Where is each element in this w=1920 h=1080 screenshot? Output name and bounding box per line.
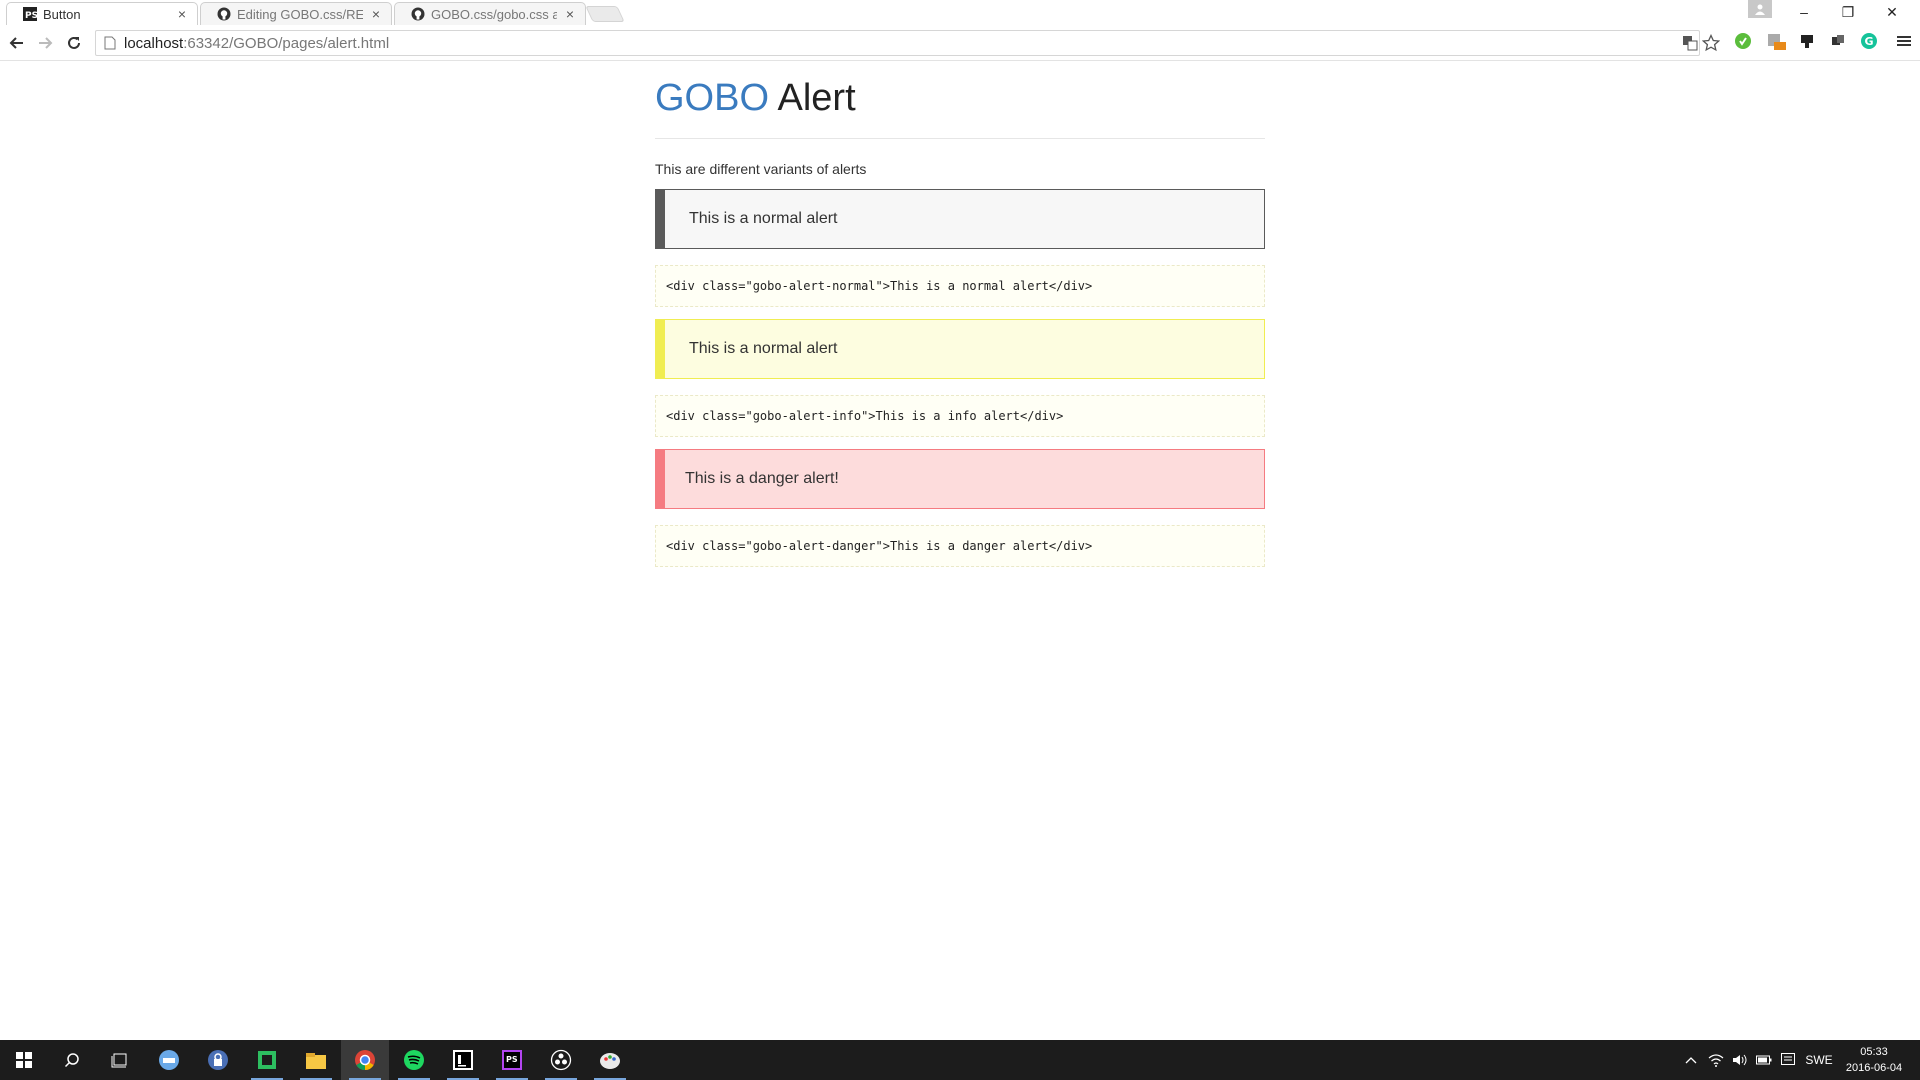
svg-text:PS: PS [506, 1055, 518, 1064]
task-view-icon[interactable] [96, 1040, 144, 1080]
tab-title: Editing GOBO.css/READM [237, 6, 363, 22]
forward-arrow-icon [39, 37, 53, 49]
back-button[interactable] [5, 31, 29, 55]
volume-icon[interactable] [1729, 1040, 1751, 1080]
grammarly-icon[interactable]: G [1858, 30, 1880, 52]
spotify-icon[interactable] [390, 1040, 438, 1080]
new-tab-button[interactable] [585, 6, 625, 22]
github-icon [411, 7, 425, 21]
browser-toolbar: localhost:63342/GOBO/pages/alert.html G [0, 25, 1920, 61]
evernote-ext-icon[interactable] [1732, 30, 1754, 52]
page-title-brand: GOBO [655, 77, 770, 119]
bookmark-ext-icon[interactable] [1796, 30, 1818, 52]
obs-icon[interactable] [537, 1040, 585, 1080]
phpstorm-icon[interactable]: PS [488, 1040, 536, 1080]
url-path: :63342/GOBO/pages/alert.html [183, 34, 390, 52]
page-content: GOBO Alert This are different variants o… [655, 61, 1265, 567]
clock-date: 2016-06-04 [1845, 1062, 1903, 1074]
code-snippet-danger: <div class="gobo-alert-danger">This is a… [655, 525, 1265, 567]
alert-info: This is a normal alert [655, 319, 1265, 379]
close-window-button[interactable]: ✕ [1870, 0, 1914, 24]
language-indicator[interactable]: SWE [1802, 1040, 1836, 1080]
translate-icon[interactable] [1680, 33, 1700, 53]
chevron-up-icon[interactable] [1680, 1040, 1702, 1080]
close-icon[interactable]: × [563, 6, 577, 22]
svg-text:G: G [1865, 35, 1874, 48]
minimize-button[interactable]: – [1782, 0, 1826, 24]
tab-title: Button [43, 6, 81, 22]
evernote-icon[interactable] [243, 1040, 291, 1080]
wifi-icon[interactable] [1705, 1040, 1727, 1080]
phpstorm-icon: PS [23, 7, 37, 21]
file-explorer-icon[interactable] [292, 1040, 340, 1080]
tab-button[interactable]: PS Button × [6, 2, 198, 25]
reload-button[interactable] [62, 31, 86, 55]
keepass-icon[interactable] [194, 1040, 242, 1080]
tab-editing-readme[interactable]: Editing GOBO.css/READM × [200, 2, 392, 25]
code-snippet-info: <div class="gobo-alert-info">This is a i… [655, 395, 1265, 437]
alert-danger: This is a danger alert! [655, 449, 1265, 509]
profile-icon[interactable] [1748, 0, 1772, 18]
badge-ext-icon[interactable] [1765, 30, 1787, 52]
search-icon[interactable] [48, 1040, 96, 1080]
page-title-text: Alert [777, 77, 856, 119]
puzzle-ext-icon[interactable] [1827, 30, 1849, 52]
alert-normal: This is a normal alert [655, 189, 1265, 249]
restore-button[interactable]: ❐ [1826, 0, 1870, 24]
taskbar: PS SWE 05:33 2016-06-04 [0, 1040, 1920, 1080]
notification-icon[interactable] [1777, 1040, 1799, 1080]
address-bar[interactable]: localhost:63342/GOBO/pages/alert.html [95, 30, 1720, 56]
intellij-icon[interactable] [439, 1040, 487, 1080]
clock-time: 05:33 [1860, 1046, 1888, 1058]
chrome-icon[interactable] [341, 1040, 389, 1080]
github-icon [217, 7, 231, 21]
page-title: GOBO Alert [655, 79, 1265, 139]
url-text: localhost:63342/GOBO/pages/alert.html [124, 35, 389, 52]
svg-text:PS: PS [25, 11, 37, 21]
tab-gobo-css[interactable]: GOBO.css/gobo.css at ma × [394, 2, 586, 25]
close-icon[interactable]: × [175, 6, 189, 22]
tab-strip: PS Button × Editing GOBO.css/READM × GOB… [0, 0, 1920, 25]
clock[interactable]: 05:33 2016-06-04 [1838, 1044, 1910, 1076]
paint-icon[interactable] [586, 1040, 634, 1080]
star-icon[interactable] [1701, 33, 1721, 53]
menu-icon[interactable] [1893, 30, 1915, 52]
close-icon[interactable]: × [369, 6, 383, 22]
page-icon [102, 35, 118, 51]
battery-icon[interactable] [1753, 1040, 1775, 1080]
page-lead: This are different variants of alerts [655, 161, 867, 177]
url-host: localhost [124, 34, 184, 52]
windows-start-icon[interactable] [0, 1040, 48, 1080]
code-snippet-normal: <div class="gobo-alert-normal">This is a… [655, 265, 1265, 307]
reload-icon [68, 36, 80, 49]
back-arrow-icon [9, 37, 23, 49]
edge-app-icon[interactable] [145, 1040, 193, 1080]
forward-button[interactable] [33, 31, 57, 55]
tab-title: GOBO.css/gobo.css at ma [431, 6, 557, 22]
